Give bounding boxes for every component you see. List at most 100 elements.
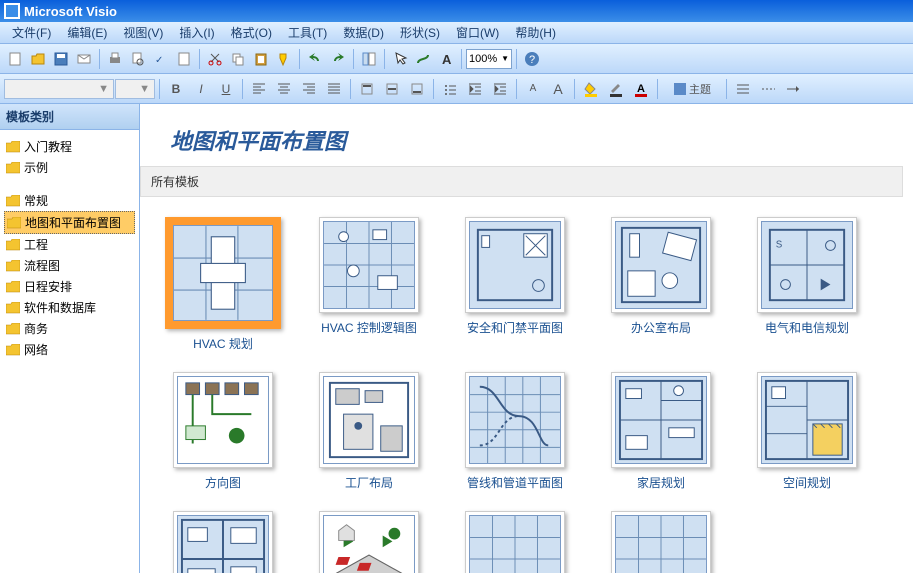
increase-indent-button[interactable] xyxy=(488,78,512,100)
open-button[interactable] xyxy=(27,48,49,70)
template-item[interactable]: 办公室布局 xyxy=(598,217,724,352)
redo-button[interactable] xyxy=(327,48,349,70)
dropdown-arrow-icon: ▼ xyxy=(501,54,509,63)
print-button[interactable] xyxy=(104,48,126,70)
print-preview-button[interactable] xyxy=(127,48,149,70)
line-color-button[interactable] xyxy=(604,78,628,100)
bullets-button[interactable] xyxy=(438,78,462,100)
app-title: Microsoft Visio xyxy=(24,4,117,19)
sidebar-item[interactable]: 日程安排 xyxy=(4,276,135,297)
fill-color-button[interactable] xyxy=(579,78,603,100)
toolbar-separator xyxy=(516,79,517,99)
template-item[interactable] xyxy=(452,511,578,573)
align-left-button[interactable] xyxy=(247,78,271,100)
sidebar-item[interactable]: 流程图 xyxy=(4,255,135,276)
template-thumbnail xyxy=(611,372,711,468)
underline-button[interactable]: U xyxy=(214,78,238,100)
template-item[interactable]: 方向图 xyxy=(160,372,286,491)
template-thumbnail xyxy=(319,511,419,573)
line-weight-button[interactable] xyxy=(731,78,755,100)
folder-icon xyxy=(6,239,20,251)
toolbar-separator xyxy=(726,79,727,99)
menu-view[interactable]: 视图(V) xyxy=(115,22,171,43)
font-combo[interactable]: ▼ xyxy=(4,79,114,99)
template-item[interactable]: S电气和电信规划 xyxy=(744,217,870,352)
new-button[interactable] xyxy=(4,48,26,70)
sidebar-item[interactable]: 网络 xyxy=(4,339,135,360)
undo-button[interactable] xyxy=(304,48,326,70)
template-label: 工厂布局 xyxy=(345,474,393,491)
template-thumbnail xyxy=(173,372,273,468)
template-label: 办公室布局 xyxy=(631,319,691,336)
font-color-button[interactable]: A xyxy=(629,78,653,100)
svg-text:A: A xyxy=(637,83,645,95)
cut-button[interactable] xyxy=(204,48,226,70)
toolbar-separator xyxy=(461,49,462,69)
menu-data[interactable]: 数据(D) xyxy=(335,22,392,43)
line-ends-button[interactable] xyxy=(781,78,805,100)
menu-window[interactable]: 窗口(W) xyxy=(448,22,507,43)
template-item[interactable]: 工厂布局 xyxy=(306,372,432,491)
toolbar-separator xyxy=(574,79,575,99)
paste-button[interactable] xyxy=(250,48,272,70)
standard-toolbar: ✓ A 100% ▼ ? xyxy=(0,44,913,74)
align-bottom-button[interactable] xyxy=(405,78,429,100)
theme-button[interactable]: 主题 xyxy=(662,78,722,100)
menu-shape[interactable]: 形状(S) xyxy=(392,22,448,43)
sidebar-item[interactable]: 示例 xyxy=(4,157,135,178)
template-item[interactable]: 安全和门禁平面图 xyxy=(452,217,578,352)
align-right-button[interactable] xyxy=(297,78,321,100)
connector-tool-button[interactable] xyxy=(412,48,434,70)
template-item[interactable]: 管线和管道平面图 xyxy=(452,372,578,491)
align-center-button[interactable] xyxy=(272,78,296,100)
align-top-button[interactable] xyxy=(355,78,379,100)
text-tool-button[interactable]: A xyxy=(435,48,457,70)
template-thumbnail xyxy=(319,372,419,468)
menu-tools[interactable]: 工具(T) xyxy=(280,22,335,43)
pointer-tool-button[interactable] xyxy=(389,48,411,70)
sidebar-item[interactable]: 软件和数据库 xyxy=(4,297,135,318)
save-button[interactable] xyxy=(50,48,72,70)
line-pattern-button[interactable] xyxy=(756,78,780,100)
zoom-value: 100% xyxy=(469,53,497,65)
sidebar-item-label: 工程 xyxy=(24,236,48,253)
decrease-font-button[interactable]: A xyxy=(521,78,545,100)
align-middle-button[interactable] xyxy=(380,78,404,100)
template-item[interactable]: 平面布置图 xyxy=(160,511,286,573)
sidebar-item[interactable]: 工程 xyxy=(4,234,135,255)
research-button[interactable] xyxy=(173,48,195,70)
menu-help[interactable]: 帮助(H) xyxy=(507,22,564,43)
template-item[interactable]: HVAC 控制逻辑图 xyxy=(306,217,432,352)
sidebar-item[interactable]: 商务 xyxy=(4,318,135,339)
template-item[interactable] xyxy=(598,511,724,573)
italic-button[interactable]: I xyxy=(189,78,213,100)
font-size-combo[interactable]: ▼ xyxy=(115,79,155,99)
help-button[interactable]: ? xyxy=(521,48,543,70)
copy-button[interactable] xyxy=(227,48,249,70)
spelling-button[interactable]: ✓ xyxy=(150,48,172,70)
template-thumbnail: S xyxy=(757,217,857,313)
template-item[interactable]: 三维方向图 xyxy=(306,511,432,573)
sidebar-item-label: 地图和平面布置图 xyxy=(25,214,121,231)
sidebar-body: 入门教程示例常规地图和平面布置图工程流程图日程安排软件和数据库商务网络 xyxy=(0,130,139,573)
template-item[interactable]: HVAC 规划 xyxy=(160,217,286,352)
mail-button[interactable] xyxy=(73,48,95,70)
shapes-panel-button[interactable] xyxy=(358,48,380,70)
menu-insert[interactable]: 插入(I) xyxy=(171,22,222,43)
align-justify-button[interactable] xyxy=(322,78,346,100)
sidebar-item[interactable]: 地图和平面布置图 xyxy=(4,211,135,234)
menu-file[interactable]: 文件(F) xyxy=(4,22,59,43)
sidebar-item[interactable]: 入门教程 xyxy=(4,136,135,157)
template-item[interactable]: 家居规划 xyxy=(598,372,724,491)
bold-button[interactable]: B xyxy=(164,78,188,100)
decrease-indent-button[interactable] xyxy=(463,78,487,100)
zoom-combo[interactable]: 100% ▼ xyxy=(466,49,512,69)
template-item[interactable]: 空间规划 xyxy=(744,372,870,491)
increase-font-button[interactable]: A xyxy=(546,78,570,100)
folder-icon xyxy=(6,260,20,272)
sidebar-item[interactable]: 常规 xyxy=(4,190,135,211)
format-painter-button[interactable] xyxy=(273,48,295,70)
svg-text:A: A xyxy=(442,52,452,67)
menu-edit[interactable]: 编辑(E) xyxy=(59,22,115,43)
menu-format[interactable]: 格式(O) xyxy=(223,22,280,43)
